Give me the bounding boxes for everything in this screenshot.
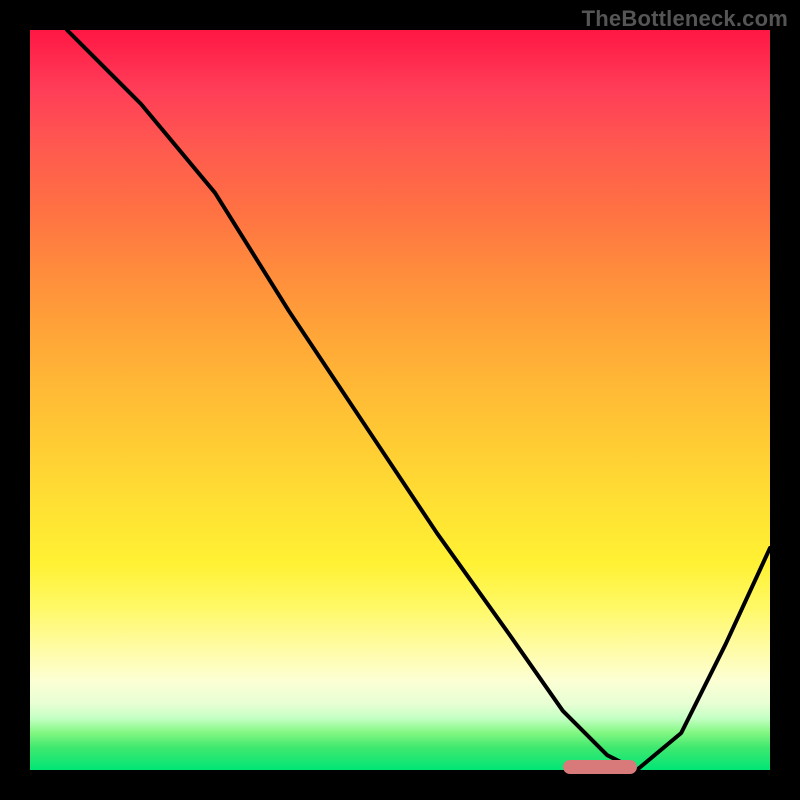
plot-area [30, 30, 770, 770]
curve-svg [30, 30, 770, 770]
optimal-marker [563, 760, 637, 774]
watermark-text: TheBottleneck.com [582, 6, 788, 32]
bottleneck-chart: TheBottleneck.com [0, 0, 800, 800]
bottleneck-curve-path [67, 30, 770, 770]
